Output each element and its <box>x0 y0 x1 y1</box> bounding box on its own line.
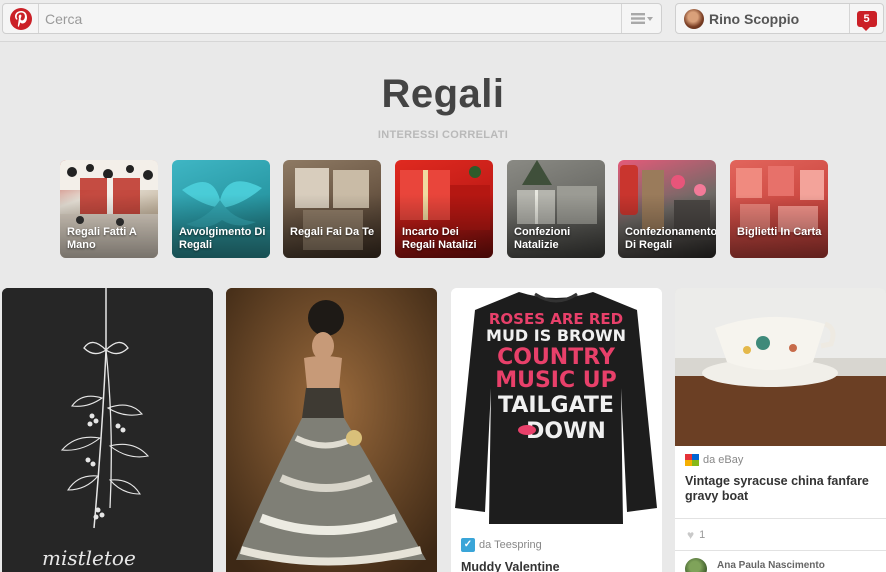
pinner-avatar[interactable] <box>685 558 707 572</box>
avatar <box>684 9 704 29</box>
like-count-value: 1 <box>699 529 706 541</box>
interest-tile-diy-gifts[interactable]: Regali Fai Da Te <box>283 160 381 258</box>
pin-source[interactable]: ✓ da Teespring <box>461 538 662 552</box>
pin-image: ROSES ARE RED MUD IS BROWN COUNTRY MUSIC… <box>451 288 662 528</box>
interest-label: Regali Fai Da Te <box>290 226 375 238</box>
related-interests-heading: INTERESSI CORRELATI <box>377 129 509 141</box>
interest-label: Regali Fatti A Mano <box>67 226 137 251</box>
pin-footer: ✓ da Teespring Muddy Valentine <box>451 538 662 572</box>
pin-source[interactable]: da eBay <box>685 454 886 466</box>
search-bar <box>2 3 662 34</box>
pin-title[interactable]: Muddy Valentine <box>461 560 662 572</box>
interest-label: Confezionamento Di Regali <box>625 226 716 251</box>
tile-overlay <box>730 160 828 258</box>
shirt-line-5: TAILGATE <box>498 393 614 418</box>
pin-image <box>226 288 437 572</box>
page-title: Regali <box>381 72 505 116</box>
notifications-button[interactable]: 5 <box>849 4 883 33</box>
pin-image-caption: mistletoe <box>42 546 136 570</box>
pin-footer: da eBay Vintage syracuse china fanfare g… <box>675 454 886 504</box>
teespring-icon: ✓ <box>461 538 475 552</box>
pin-card[interactable]: mistletoe <box>2 288 213 572</box>
ebay-icon <box>685 454 699 466</box>
pinterest-p-icon <box>9 7 32 30</box>
hamburger-icon <box>630 13 645 24</box>
pin-card[interactable]: da eBay Vintage syracuse china fanfare g… <box>675 288 886 572</box>
interest-label: Confezioni Natalizie <box>514 226 571 251</box>
heart-icon: ♥ <box>687 528 695 542</box>
pinner-name[interactable]: Ana Paula Nascimento <box>717 560 825 571</box>
interest-label: Avvolgimento Di Regali <box>179 226 266 251</box>
interest-tile-paper-cards[interactable]: Biglietti In Carta <box>730 160 828 258</box>
user-profile-button[interactable]: Rino Scoppio 5 <box>675 3 884 34</box>
interest-label: Incarto Dei Regali Natalizi <box>402 226 477 251</box>
chevron-down-icon <box>646 16 653 21</box>
interest-tile-christmas-wrapping[interactable]: Incarto Dei Regali Natalizi <box>395 160 493 258</box>
pin-image <box>675 288 886 446</box>
category-menu-button[interactable] <box>621 4 661 33</box>
pin-source-label: da eBay <box>703 454 744 466</box>
divider <box>675 550 886 551</box>
pin-source-label: da Teespring <box>479 539 542 551</box>
top-bar: Rino Scoppio 5 <box>0 0 886 42</box>
interest-tile-gift-wrapping[interactable]: Avvolgimento Di Regali <box>172 160 270 258</box>
notification-badge: 5 <box>856 10 877 31</box>
interest-label: Biglietti In Carta <box>737 226 822 238</box>
shirt-line-6: DOWN <box>526 419 606 444</box>
user-name: Rino Scoppio <box>709 11 800 27</box>
like-count[interactable]: ♥ 1 <box>687 528 705 542</box>
pin-title[interactable]: Vintage syracuse china fanfare gravy boa… <box>685 474 881 504</box>
shirt-line-4: MUSIC UP <box>495 368 617 393</box>
pin-image: mistletoe <box>2 288 213 572</box>
divider <box>675 518 886 519</box>
interest-tile-christmas-packages[interactable]: Confezioni Natalizie <box>507 160 605 258</box>
pin-card[interactable] <box>226 288 437 572</box>
interest-tile-handmade-gifts[interactable]: Regali Fatti A Mano <box>60 160 158 258</box>
pin-card[interactable]: ROSES ARE RED MUD IS BROWN COUNTRY MUSIC… <box>451 288 662 572</box>
tile-overlay <box>283 160 381 258</box>
shirt-line-3: COUNTRY <box>497 345 616 370</box>
shirt-line-2: MUD IS BROWN <box>486 326 626 345</box>
search-input[interactable] <box>45 9 605 29</box>
interest-tile-gift-packaging[interactable]: Confezionamento Di Regali <box>618 160 716 258</box>
pinterest-logo[interactable] <box>3 4 39 33</box>
